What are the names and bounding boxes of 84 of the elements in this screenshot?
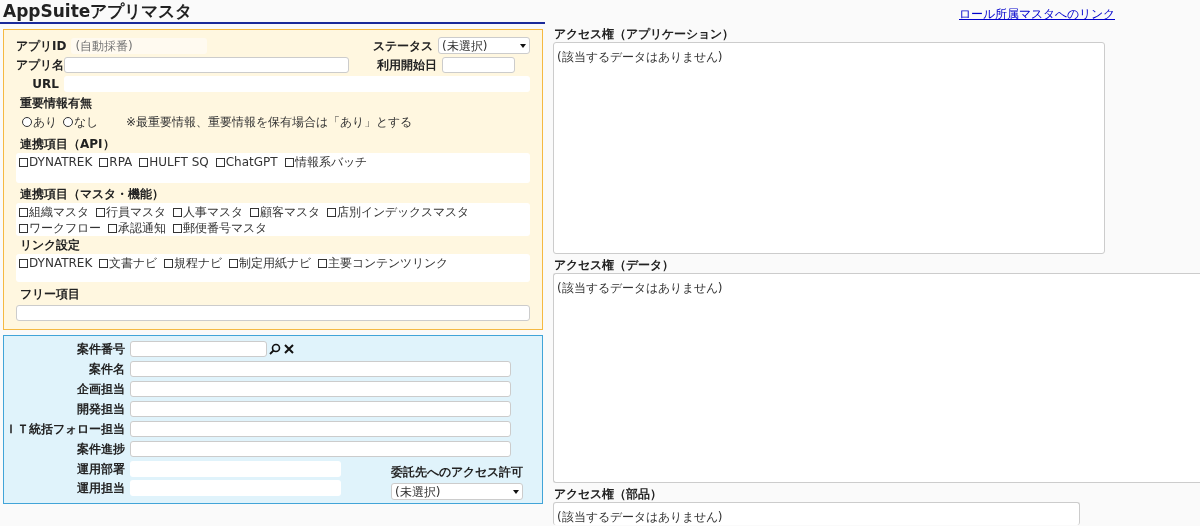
checkbox-label[interactable]: RPA xyxy=(109,155,133,169)
search-icon[interactable] xyxy=(269,343,281,355)
radio-label[interactable]: なし xyxy=(74,114,98,129)
url-field[interactable] xyxy=(64,75,530,92)
radio-button[interactable] xyxy=(63,116,73,127)
free-item-field[interactable] xyxy=(16,305,530,321)
checkbox[interactable] xyxy=(173,207,182,217)
checkbox-label[interactable]: 制定用紙ナビ xyxy=(239,256,312,270)
checkbox-label[interactable]: 人事マスタ xyxy=(183,205,243,219)
empty-message: (該当するデータはありません) xyxy=(557,510,723,524)
field-label: 運用部署 xyxy=(76,460,126,478)
project-number-field[interactable] xyxy=(130,341,267,357)
checkbox-label[interactable]: 組織マスタ xyxy=(29,205,89,219)
checkbox[interactable] xyxy=(139,157,149,167)
section-label: アクセス権（アプリケーション） xyxy=(554,26,735,42)
checkbox[interactable] xyxy=(284,157,294,167)
field-label: 案件進捗 xyxy=(76,441,126,458)
close-icon[interactable] xyxy=(284,344,294,354)
field-label: URL xyxy=(31,75,59,93)
field-label: 開発担当 xyxy=(76,401,126,418)
app-name-field[interactable] xyxy=(64,56,349,73)
section-label: アクセス権（部品） xyxy=(554,486,663,502)
checkbox-label[interactable]: HULFT SQ xyxy=(149,155,209,169)
section-label: 連携項目（API） xyxy=(20,137,116,151)
checkbox[interactable] xyxy=(99,258,109,268)
note-text: ※最重要情報、重要情報を保有場合は「あり」とする xyxy=(126,113,413,131)
checkbox[interactable] xyxy=(19,223,28,233)
text-field[interactable] xyxy=(130,460,341,477)
access-permission-select[interactable]: (未選択) xyxy=(391,483,523,500)
checkbox-label[interactable]: 郵便番号マスタ xyxy=(183,221,267,235)
field-label: 案件名 xyxy=(88,361,126,378)
checkbox-label[interactable]: ワークフロー xyxy=(29,221,101,235)
checkbox-label[interactable]: 顧客マスタ xyxy=(260,205,320,219)
checkbox[interactable] xyxy=(318,258,328,268)
checkbox-label[interactable]: 承認通知 xyxy=(118,221,166,235)
app-id-field[interactable]: (自動採番) xyxy=(71,37,208,54)
field-label: 委託先へのアクセス許可 xyxy=(391,464,523,481)
checkbox-label[interactable]: 文書ナビ xyxy=(109,256,158,270)
checkbox-label[interactable]: 規程ナビ xyxy=(174,256,223,270)
field-label: ＩＴ統括フォロー担当 xyxy=(4,421,126,438)
radio-button[interactable] xyxy=(22,116,32,127)
text-field[interactable] xyxy=(130,361,511,377)
text-field[interactable] xyxy=(130,421,511,437)
text-field[interactable] xyxy=(130,479,341,496)
checkbox-label[interactable]: 行員マスタ xyxy=(106,205,166,219)
checkbox-label[interactable]: ChatGPT xyxy=(225,155,278,169)
field-label: アプリID xyxy=(16,37,67,55)
field-label: 企画担当 xyxy=(76,381,126,398)
checkbox-label[interactable]: 情報系バッチ xyxy=(294,155,367,169)
checkbox[interactable] xyxy=(215,157,225,167)
checkbox[interactable] xyxy=(96,207,105,217)
checkbox[interactable] xyxy=(108,223,117,233)
checkbox[interactable] xyxy=(19,157,28,167)
checkbox[interactable] xyxy=(19,207,28,217)
checkbox[interactable] xyxy=(229,258,239,268)
text-field[interactable] xyxy=(130,441,511,457)
empty-message: (該当するデータはありません) xyxy=(557,50,723,64)
section-label: リンク設定 xyxy=(20,238,81,252)
checkbox[interactable] xyxy=(164,258,174,268)
checkbox-label[interactable]: DYNATREK xyxy=(29,155,93,169)
field-label: ステータス xyxy=(373,37,433,55)
section-label: 連携項目（マスタ・機能） xyxy=(20,187,165,201)
checkbox[interactable] xyxy=(173,223,182,233)
checkbox[interactable] xyxy=(327,207,336,217)
section-label: フリー項目 xyxy=(20,287,81,302)
checkbox-label[interactable]: DYNATREK xyxy=(29,256,93,270)
page-title: AppSuiteアプリマスタ xyxy=(2,0,194,22)
text-field[interactable] xyxy=(130,401,511,417)
radio-label[interactable]: あり xyxy=(33,114,57,129)
field-label: 利用開始日 xyxy=(377,56,437,74)
status-select[interactable]: (未選択) xyxy=(438,37,530,54)
field-label: 案件番号 xyxy=(76,341,126,358)
text-field[interactable] xyxy=(130,381,511,397)
section-label: 重要情報有無 xyxy=(20,96,93,111)
field-label: 運用担当 xyxy=(76,479,126,497)
checkbox[interactable] xyxy=(19,258,28,268)
start-date-field[interactable] xyxy=(442,56,515,73)
section-label: アクセス権（データ） xyxy=(554,257,675,273)
checkbox-label[interactable]: 主要コンテンツリンク xyxy=(328,256,449,270)
empty-message: (該当するデータはありません) xyxy=(557,281,723,295)
checkbox[interactable] xyxy=(250,207,259,217)
checkbox-label[interactable]: 店別インデックスマスタ xyxy=(337,205,469,219)
checkbox[interactable] xyxy=(99,157,109,167)
role-master-link[interactable]: ロール所属マスタへのリンク xyxy=(959,7,1115,21)
